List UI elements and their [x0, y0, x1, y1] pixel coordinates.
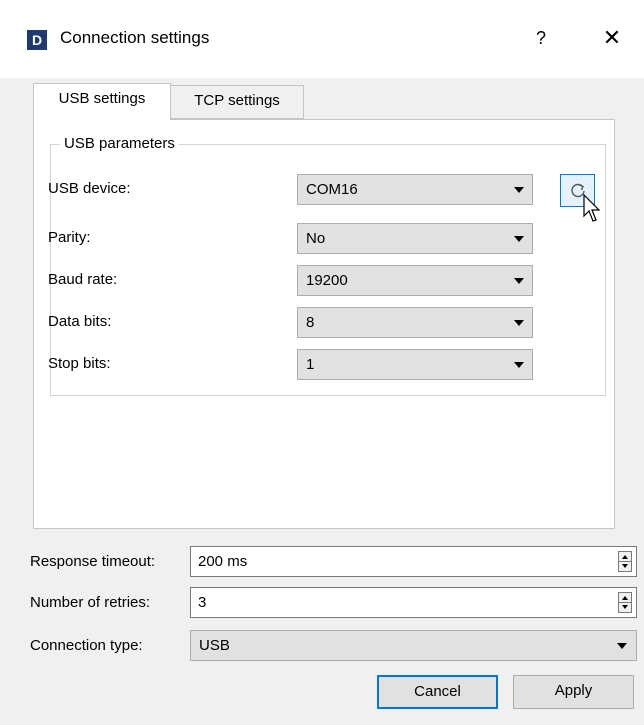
help-button[interactable]: ?: [529, 24, 553, 52]
spin-buttons[interactable]: [618, 592, 632, 613]
baud-rate-select[interactable]: 19200: [297, 265, 533, 296]
connection-type-value: USB: [199, 637, 230, 654]
usb-settings-panel: USB parameters USB device: COM16 Parity:…: [33, 119, 615, 529]
response-timeout-label: Response timeout:: [30, 553, 156, 570]
app-icon: D: [27, 30, 47, 50]
group-title: USB parameters: [60, 135, 179, 152]
baud-rate-label: Baud rate:: [48, 271, 118, 288]
spin-divider: [619, 602, 631, 603]
apply-button[interactable]: Apply: [513, 675, 634, 709]
connection-type-select[interactable]: USB: [190, 630, 637, 661]
stop-bits-select[interactable]: 1: [297, 349, 533, 380]
baud-rate-value: 19200: [306, 272, 348, 289]
stop-bits-value: 1: [306, 356, 315, 373]
tab-usb-settings[interactable]: USB settings: [33, 83, 171, 120]
chevron-down-icon: [514, 278, 524, 284]
data-bits-label: Data bits:: [48, 313, 112, 330]
spin-down-icon[interactable]: [622, 564, 628, 568]
retries-spinbox[interactable]: 3: [190, 587, 637, 618]
spin-divider: [619, 561, 631, 562]
response-timeout-spinbox[interactable]: 200 ms: [190, 546, 637, 577]
tab-tcp-settings[interactable]: TCP settings: [171, 85, 304, 119]
title-bar: D Connection settings ? ✕: [0, 0, 644, 78]
parity-select[interactable]: No: [297, 223, 533, 254]
spin-up-icon[interactable]: [622, 596, 628, 600]
usb-device-select[interactable]: COM16: [297, 174, 533, 205]
retries-value: 3: [198, 594, 207, 611]
mouse-cursor-icon: [583, 194, 601, 222]
parity-label: Parity:: [48, 229, 91, 246]
window-title: Connection settings: [60, 28, 210, 47]
cancel-button[interactable]: Cancel: [377, 675, 498, 709]
spin-down-icon[interactable]: [622, 605, 628, 609]
data-bits-select[interactable]: 8: [297, 307, 533, 338]
chevron-down-icon: [514, 236, 524, 242]
usb-device-label: USB device:: [48, 180, 131, 197]
data-bits-value: 8: [306, 314, 315, 331]
stop-bits-label: Stop bits:: [48, 355, 111, 372]
spin-up-icon[interactable]: [622, 555, 628, 559]
close-button[interactable]: ✕: [598, 24, 626, 52]
spin-buttons[interactable]: [618, 551, 632, 572]
chevron-down-icon: [514, 187, 524, 193]
chevron-down-icon: [514, 362, 524, 368]
chevron-down-icon: [514, 320, 524, 326]
chevron-down-icon: [617, 643, 627, 649]
connection-type-label: Connection type:: [30, 637, 143, 654]
parity-value: No: [306, 230, 326, 247]
usb-device-value: COM16: [306, 181, 358, 198]
response-timeout-value: 200 ms: [198, 553, 248, 570]
retries-label: Number of retries:: [30, 594, 151, 611]
